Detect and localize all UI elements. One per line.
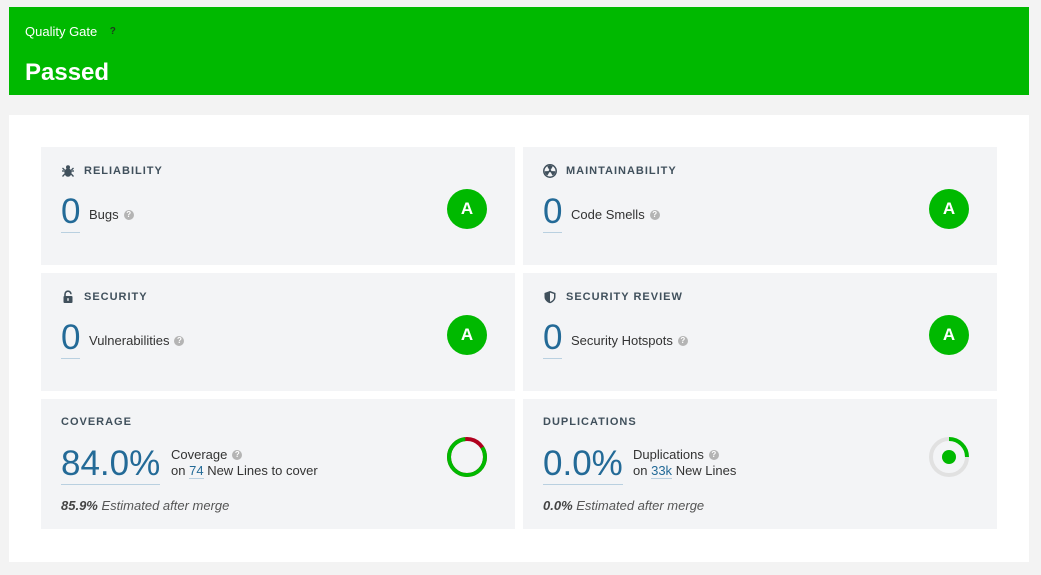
duplications-dot — [942, 450, 956, 464]
duplications-estimate: 0.0% Estimated after merge — [543, 498, 704, 513]
duplications-lines-row: on 33k New Lines — [633, 463, 737, 479]
security-review-title: SECURITY REVIEW — [543, 290, 683, 304]
coverage-lines-link[interactable]: 74 — [189, 463, 204, 479]
coverage-card: COVERAGE 84.0% Coverage ? on 74 New Line… — [41, 399, 515, 529]
security-review-card: SECURITY REVIEW 0 Security Hotspots ? A — [523, 273, 997, 391]
quality-gate-label-row: Quality Gate ? — [25, 24, 119, 39]
duplications-lines-text: New Lines — [675, 463, 737, 478]
reliability-title-text: RELIABILITY — [84, 165, 163, 177]
coverage-donut-icon[interactable] — [446, 436, 488, 478]
maintainability-title-text: MAINTAINABILITY — [566, 165, 677, 177]
help-icon[interactable]: ? — [677, 335, 688, 346]
duplications-value-link[interactable]: 0.0% — [543, 445, 623, 485]
help-icon[interactable]: ? — [708, 449, 719, 460]
duplications-title: DUPLICATIONS — [543, 416, 637, 428]
bugs-label-row: Bugs ? — [89, 207, 134, 222]
coverage-lines-text: New Lines to cover — [207, 463, 318, 478]
code-smells-count-link[interactable]: 0 — [543, 193, 563, 233]
maintainability-card: MAINTAINABILITY 0 Code Smells ? A — [523, 147, 997, 265]
duplications-indicator-icon[interactable] — [928, 436, 970, 478]
hotspots-count-link[interactable]: 0 — [543, 319, 563, 359]
bugs-label: Bugs — [89, 207, 119, 222]
security-title-text: SECURITY — [84, 291, 148, 303]
hotspots-label: Security Hotspots — [571, 333, 673, 348]
duplications-on: on — [633, 463, 648, 478]
duplications-lines-link[interactable]: 33k — [651, 463, 673, 479]
coverage-label-row: Coverage ? — [171, 447, 243, 462]
help-icon[interactable]: ? — [174, 335, 185, 346]
help-icon[interactable]: ? — [123, 209, 134, 220]
coverage-estimate-text: Estimated after merge — [101, 498, 230, 513]
radiation-icon — [543, 164, 557, 178]
duplications-label-row: Duplications ? — [633, 447, 719, 462]
code-smells-label: Code Smells — [571, 207, 645, 222]
vulnerabilities-count-link[interactable]: 0 — [61, 319, 81, 359]
hotspots-label-row: Security Hotspots ? — [571, 333, 688, 348]
bug-icon — [61, 164, 75, 178]
quality-gate-banner: Quality Gate ? Passed — [9, 7, 1029, 95]
coverage-label: Coverage — [171, 447, 228, 462]
duplications-estimate-text: Estimated after merge — [576, 498, 705, 513]
security-review-rating[interactable]: A — [929, 315, 969, 355]
coverage-estimate-value: 85.9% — [61, 498, 98, 513]
measures-panel: RELIABILITY 0 Bugs ? A MAINTAINABILITY 0 — [9, 115, 1029, 562]
coverage-on: on — [171, 463, 186, 478]
shield-icon — [543, 290, 557, 304]
quality-gate-label: Quality Gate — [25, 24, 98, 39]
security-rating[interactable]: A — [447, 315, 487, 355]
lock-icon — [61, 290, 75, 304]
vulnerabilities-label: Vulnerabilities — [89, 333, 170, 348]
security-title: SECURITY — [61, 290, 148, 304]
coverage-lines-row: on 74 New Lines to cover — [171, 463, 318, 479]
help-icon[interactable]: ? — [106, 25, 119, 38]
reliability-card: RELIABILITY 0 Bugs ? A — [41, 147, 515, 265]
security-review-title-text: SECURITY REVIEW — [566, 291, 683, 303]
code-smells-label-row: Code Smells ? — [571, 207, 660, 222]
reliability-rating[interactable]: A — [447, 189, 487, 229]
duplications-card: DUPLICATIONS 0.0% Duplications ? on 33k … — [523, 399, 997, 529]
maintainability-rating[interactable]: A — [929, 189, 969, 229]
coverage-value-link[interactable]: 84.0% — [61, 445, 161, 485]
help-icon[interactable]: ? — [649, 209, 660, 220]
security-card: SECURITY 0 Vulnerabilities ? A — [41, 273, 515, 391]
duplications-estimate-value: 0.0% — [543, 498, 573, 513]
maintainability-title: MAINTAINABILITY — [543, 164, 677, 178]
quality-gate-status: Passed — [25, 59, 110, 86]
reliability-title: RELIABILITY — [61, 164, 163, 178]
coverage-estimate: 85.9% Estimated after merge — [61, 498, 229, 513]
vulnerabilities-label-row: Vulnerabilities ? — [89, 333, 185, 348]
bugs-count-link[interactable]: 0 — [61, 193, 81, 233]
help-icon[interactable]: ? — [232, 449, 243, 460]
duplications-label: Duplications — [633, 447, 704, 462]
coverage-title: COVERAGE — [61, 416, 132, 428]
